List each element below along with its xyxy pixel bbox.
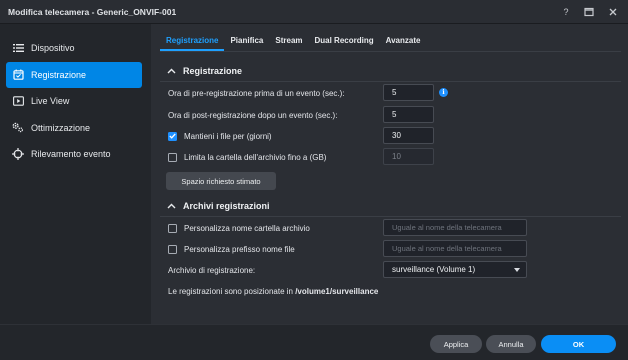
custom-folder-label: Personalizza nome cartella archivio <box>184 223 310 233</box>
maximize-icon <box>584 7 594 17</box>
main-panel: Registrazione Pianifica Stream Dual Reco… <box>151 24 628 324</box>
chevron-down-icon <box>514 268 520 272</box>
location-path: /volume1/surveillance <box>295 286 379 296</box>
sidebar-item-label: Dispositivo <box>31 43 75 53</box>
tab-registrazione[interactable]: Registrazione <box>160 33 225 51</box>
sidebar-item-label: Rilevamento evento <box>31 149 111 159</box>
checkmark-icon <box>169 133 176 139</box>
custom-folder-input[interactable]: Uguale al nome della telecamera <box>383 219 527 236</box>
cancel-button[interactable]: Annulla <box>486 335 536 353</box>
keep-files-input[interactable]: 30 <box>383 127 434 144</box>
sidebar-item-rilevamento-evento[interactable]: Rilevamento evento <box>6 141 142 167</box>
tab-avanzate[interactable]: Avanzate <box>380 33 427 51</box>
post-recording-label: Ora di post-registrazione dopo un evento… <box>168 110 338 120</box>
sidebar: Dispositivo Registrazione Live View Otti… <box>0 24 151 324</box>
close-icon <box>609 8 617 16</box>
sidebar-item-dispositivo[interactable]: Dispositivo <box>6 35 142 61</box>
section-title: Registrazione <box>183 66 243 76</box>
section-registrazione-header[interactable]: Registrazione <box>167 66 242 76</box>
limit-archive-checkbox[interactable] <box>168 152 177 162</box>
section-archivi-header[interactable]: Archivi registrazioni <box>167 201 270 211</box>
help-button[interactable]: ? <box>560 7 572 17</box>
location-text: Le registrazioni sono posizionate in <box>168 286 293 296</box>
custom-folder-checkbox[interactable] <box>168 223 177 233</box>
tab-dual-recording[interactable]: Dual Recording <box>309 33 380 51</box>
apply-button[interactable]: Applica <box>430 335 482 353</box>
pre-recording-input[interactable]: 5 <box>383 84 434 101</box>
sidebar-item-label: Ottimizzazione <box>31 122 91 133</box>
custom-prefix-input[interactable]: Uguale al nome della telecamera <box>383 240 527 257</box>
post-recording-input[interactable]: 5 <box>383 106 434 123</box>
title-bar: Modifica telecamera - Generic_ONVIF-001 … <box>0 0 628 24</box>
pre-recording-label: Ora di pre-registrazione prima di un eve… <box>168 88 345 98</box>
sidebar-item-ottimizzazione[interactable]: Ottimizzazione <box>6 115 142 141</box>
section-divider <box>160 216 621 217</box>
custom-prefix-label: Personalizza prefisso nome file <box>184 244 295 254</box>
keep-files-label: Mantieni i file per (giorni) <box>184 131 272 141</box>
tab-pianifica[interactable]: Pianifica <box>224 33 269 51</box>
tabs-divider <box>160 51 621 52</box>
close-button[interactable] <box>608 7 620 17</box>
section-divider <box>160 81 621 82</box>
play-icon <box>12 95 24 107</box>
chevron-up-icon <box>167 66 177 76</box>
crosshair-icon <box>12 148 24 160</box>
list-icon <box>12 42 24 54</box>
keep-files-row: Mantieni i file per (giorni) <box>168 128 272 144</box>
archive-location-select[interactable]: surveillance (Volume 1) <box>383 261 527 278</box>
dialog-footer: Applica Annulla OK <box>0 324 628 360</box>
window-controls: ? <box>560 0 620 24</box>
limit-archive-input[interactable]: 10 <box>383 148 434 165</box>
custom-prefix-row: Personalizza prefisso nome file <box>168 241 295 257</box>
archive-location-label: Archivio di registrazione: <box>168 265 256 275</box>
location-info: Le registrazioni sono posizionate in /vo… <box>168 283 378 299</box>
limit-archive-row: Limita la cartella dell'archivio fino a … <box>168 149 326 165</box>
archive-location-value: surveillance (Volume 1) <box>392 265 476 274</box>
info-icon[interactable]: i <box>439 88 448 97</box>
tab-bar: Registrazione Pianifica Stream Dual Reco… <box>160 33 426 51</box>
sidebar-item-label: Live View <box>31 96 70 106</box>
sidebar-item-live-view[interactable]: Live View <box>6 88 142 114</box>
sidebar-item-label: Registrazione <box>31 69 87 80</box>
maximize-button[interactable] <box>584 7 596 17</box>
keep-files-checkbox[interactable] <box>168 131 177 141</box>
tab-stream[interactable]: Stream <box>269 33 308 51</box>
custom-prefix-checkbox[interactable] <box>168 244 177 254</box>
window-title: Modifica telecamera - Generic_ONVIF-001 <box>8 6 177 17</box>
custom-folder-row: Personalizza nome cartella archivio <box>168 220 310 236</box>
limit-archive-label: Limita la cartella dell'archivio fino a … <box>184 152 327 162</box>
settings-icon <box>12 122 24 134</box>
sidebar-item-registrazione[interactable]: Registrazione <box>6 61 142 88</box>
section-title: Archivi registrazioni <box>183 201 270 211</box>
ok-button[interactable]: OK <box>541 335 616 353</box>
estimate-space-button[interactable]: Spazio richiesto stimato <box>166 172 276 190</box>
calendar-icon <box>12 69 24 81</box>
chevron-up-icon <box>167 201 177 211</box>
